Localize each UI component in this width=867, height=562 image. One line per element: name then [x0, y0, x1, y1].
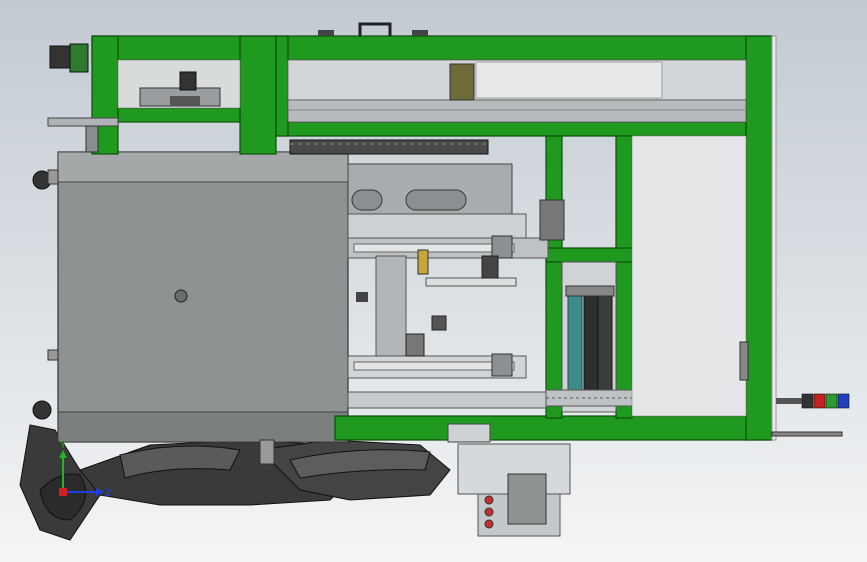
door-handle[interactable] [739, 341, 749, 381]
control-button-icon[interactable] [484, 495, 494, 505]
central-mechanism[interactable] [347, 163, 565, 409]
side-rod[interactable] [771, 431, 843, 437]
cable-chain[interactable] [289, 139, 489, 155]
triad-z-label: Z [105, 488, 112, 499]
signal-tower-mount [776, 398, 802, 404]
signal-tower-icon[interactable] [776, 393, 850, 409]
enclosure-knob-icon[interactable] [174, 289, 188, 303]
signal-tower-segment [801, 393, 814, 409]
cad-viewport[interactable]: Y Z [0, 0, 867, 562]
triad-y-label: Y [59, 440, 67, 451]
control-button-icon[interactable] [484, 519, 494, 529]
signal-tower-segment [825, 393, 838, 409]
top-linear-rail[interactable] [287, 59, 747, 123]
left-enclosure[interactable] [32, 151, 349, 443]
handle-icon[interactable] [358, 22, 392, 36]
right-door-panel[interactable] [631, 135, 747, 417]
top-left-sensor-module[interactable] [47, 43, 241, 153]
signal-tower-segment [813, 393, 826, 409]
signal-tower-segment [837, 393, 850, 409]
control-button-icon[interactable] [484, 507, 494, 517]
machine-assembly-model[interactable]: Y Z [0, 0, 867, 562]
